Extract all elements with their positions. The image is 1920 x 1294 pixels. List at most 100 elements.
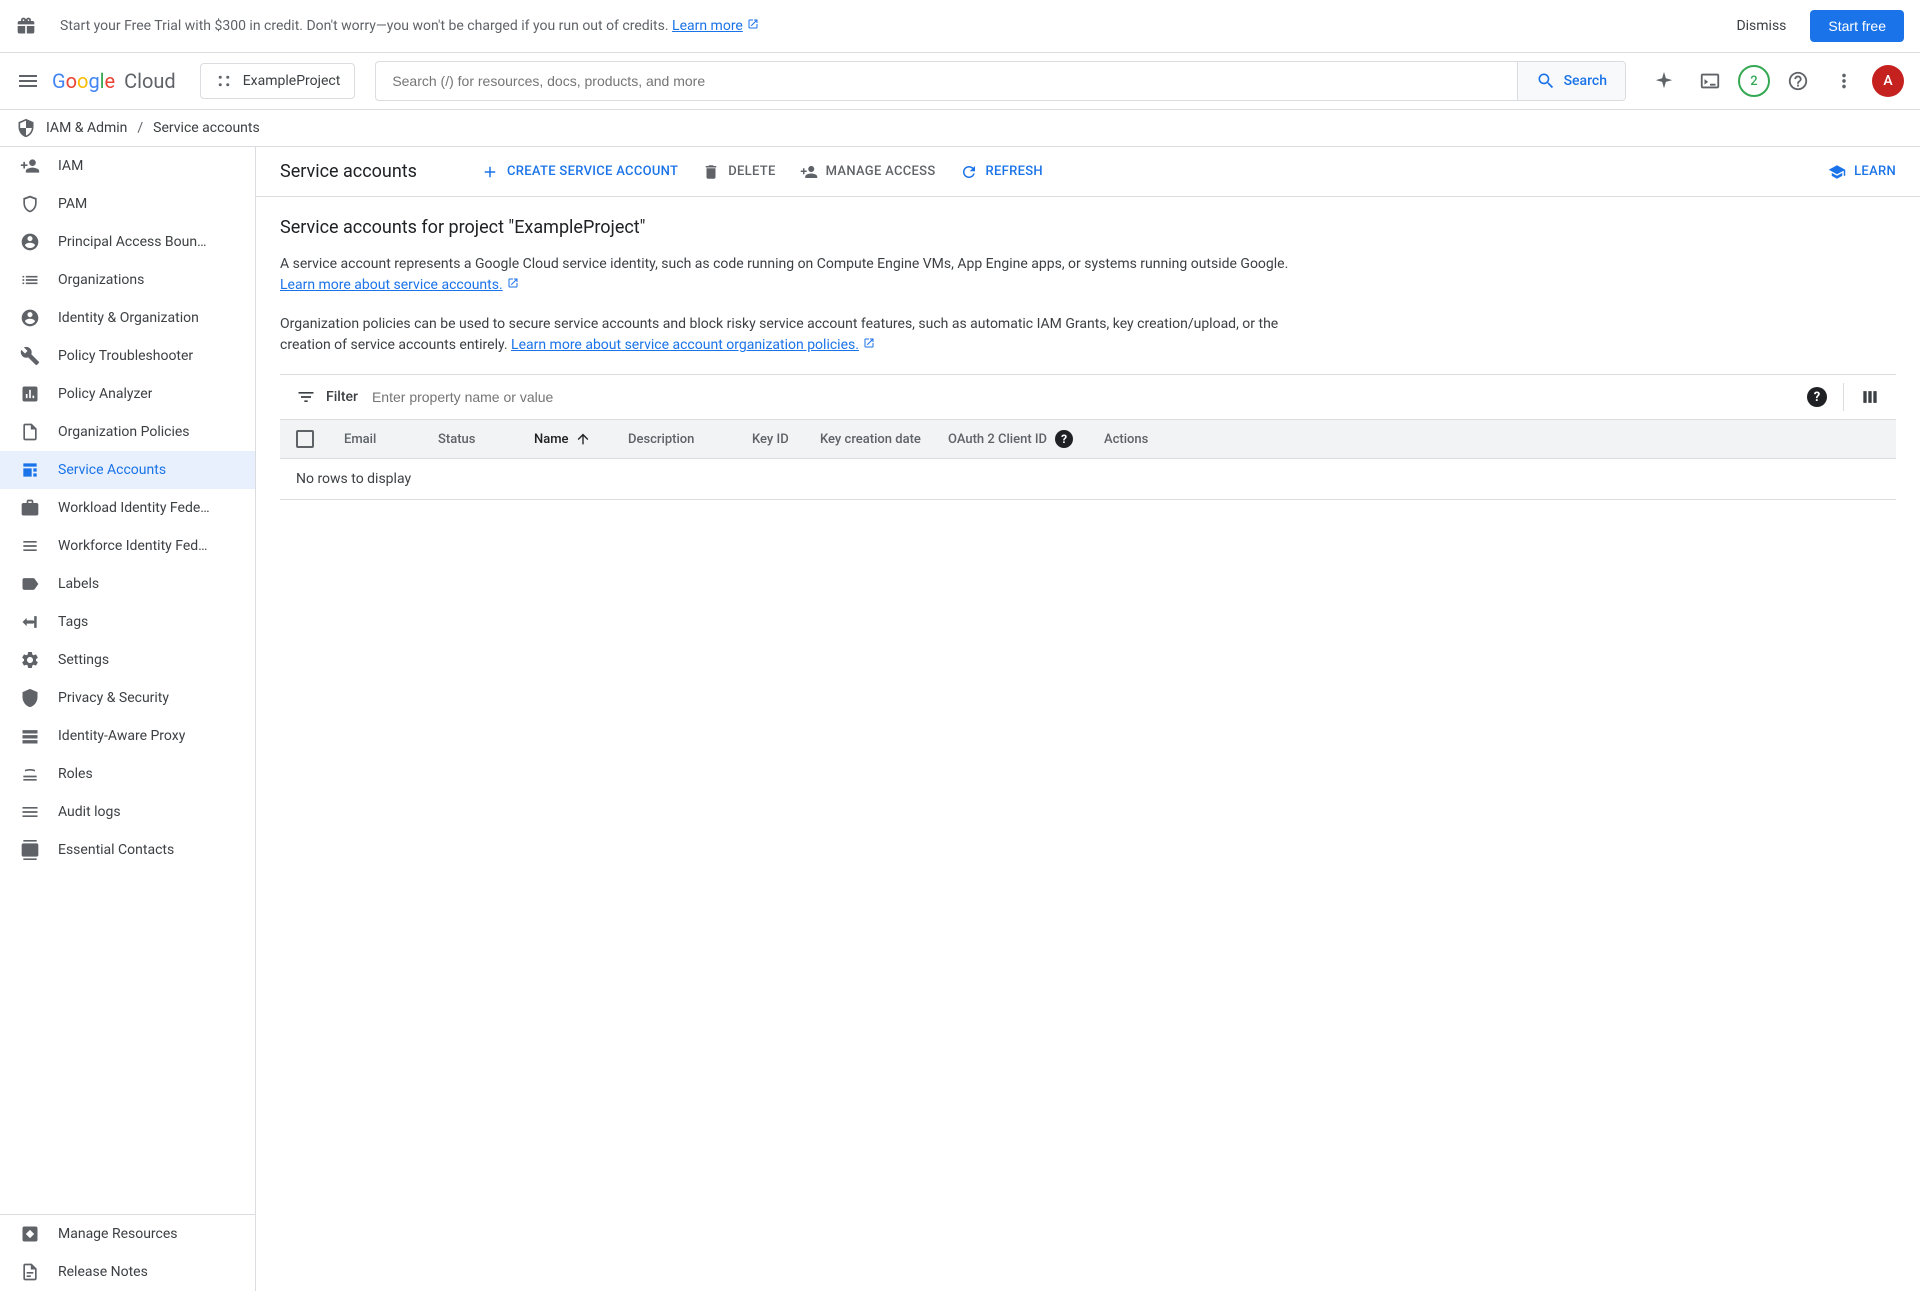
menu-icon[interactable]: [16, 69, 40, 93]
help-button[interactable]: [1780, 63, 1816, 99]
gemini-button[interactable]: [1646, 63, 1682, 99]
sidebar-item-label: Identity-Aware Proxy: [58, 728, 185, 744]
analyzer-icon: [20, 384, 40, 404]
column-description[interactable]: Description: [628, 432, 752, 447]
user-avatar[interactable]: A: [1872, 65, 1904, 97]
sidebar-item-audit-logs[interactable]: Audit logs: [0, 793, 255, 831]
table-empty-row: No rows to display: [280, 459, 1896, 500]
filter-help-button[interactable]: ?: [1807, 387, 1827, 407]
shield-icon: [16, 118, 36, 138]
notifications-badge[interactable]: 2: [1738, 65, 1770, 97]
project-icon: [215, 72, 233, 90]
sidebar-item-workforce-identity[interactable]: Workforce Identity Fed…: [0, 527, 255, 565]
sidebar-item-organizations[interactable]: Organizations: [0, 261, 255, 299]
wrench-icon: [20, 346, 40, 366]
layout: IAM PAM Principal Access Boun… Organizat…: [0, 147, 1920, 1291]
terminal-icon: [1699, 70, 1721, 92]
select-all-checkbox[interactable]: [296, 430, 314, 448]
column-status[interactable]: Status: [438, 432, 534, 447]
column-email[interactable]: Email: [344, 432, 438, 447]
sidebar-item-label: Workforce Identity Fed…: [58, 538, 208, 554]
sidebar-item-settings[interactable]: Settings: [0, 641, 255, 679]
table-header: Email Status Name Description Key ID Key…: [280, 420, 1896, 459]
sidebar-item-principal-access[interactable]: Principal Access Boun…: [0, 223, 255, 261]
sidebar-item-label: Release Notes: [58, 1264, 148, 1280]
delete-label: DELETE: [728, 164, 775, 179]
sidebar-item-org-policies[interactable]: Organization Policies: [0, 413, 255, 451]
column-key-id[interactable]: Key ID: [752, 432, 820, 447]
org-icon: [20, 270, 40, 290]
policy-icon: [20, 422, 40, 442]
breadcrumb: IAM & Admin / Service accounts: [0, 110, 1920, 147]
sparkle-icon: [1653, 70, 1675, 92]
cloud-shell-button[interactable]: [1692, 63, 1728, 99]
sidebar-item-label: Manage Resources: [58, 1226, 178, 1242]
banner-text: Start your Free Trial with $300 in credi…: [60, 18, 1736, 34]
dismiss-button[interactable]: Dismiss: [1736, 18, 1786, 34]
sidebar-item-pam[interactable]: PAM: [0, 185, 255, 223]
sidebar-item-iap[interactable]: Identity-Aware Proxy: [0, 717, 255, 755]
breadcrumb-section[interactable]: IAM & Admin: [46, 120, 127, 136]
sidebar-item-service-accounts[interactable]: Service Accounts: [0, 451, 255, 489]
main-content: Service accounts CREATE SERVICE ACCOUNT …: [256, 147, 1920, 1291]
sidebar-item-roles[interactable]: Roles: [0, 755, 255, 793]
sidebar-item-iam[interactable]: IAM: [0, 147, 255, 185]
sidebar-footer: Manage Resources Release Notes: [0, 1214, 255, 1291]
plus-icon: [481, 163, 499, 181]
sidebar-item-labels[interactable]: Labels: [0, 565, 255, 603]
workload-icon: [20, 498, 40, 518]
sidebar-item-label: Organizations: [58, 272, 144, 288]
person-add-icon: [20, 156, 40, 176]
external-link-icon: [863, 335, 875, 356]
column-key-creation-date[interactable]: Key creation date: [820, 432, 948, 447]
learn-label: LEARN: [1854, 164, 1896, 179]
workforce-icon: [20, 536, 40, 556]
sidebar-item-manage-resources[interactable]: Manage Resources: [0, 1215, 255, 1253]
delete-button[interactable]: DELETE: [702, 163, 775, 181]
column-actions: Actions: [1104, 432, 1184, 447]
sidebar-item-label: Tags: [58, 614, 88, 630]
external-link-icon: [747, 18, 759, 34]
sidebar-item-policy-troubleshooter[interactable]: Policy Troubleshooter: [0, 337, 255, 375]
content-p2: Organization policies can be used to sec…: [280, 314, 1300, 356]
sidebar-item-label: Audit logs: [58, 804, 121, 820]
start-free-button[interactable]: Start free: [1810, 10, 1904, 42]
sidebar-item-policy-analyzer[interactable]: Policy Analyzer: [0, 375, 255, 413]
service-account-icon: [20, 460, 40, 480]
sidebar-item-workload-identity[interactable]: Workload Identity Fede…: [0, 489, 255, 527]
sidebar-item-label: IAM: [58, 158, 83, 174]
sidebar-item-essential-contacts[interactable]: Essential Contacts: [0, 831, 255, 869]
pin-icon: [20, 1224, 40, 1244]
sidebar-item-privacy-security[interactable]: Privacy & Security: [0, 679, 255, 717]
column-name-label: Name: [534, 432, 569, 447]
refresh-button[interactable]: REFRESH: [960, 163, 1043, 181]
roles-icon: [20, 764, 40, 784]
oauth-help-icon[interactable]: ?: [1055, 430, 1073, 448]
search-button[interactable]: Search: [1517, 62, 1625, 100]
sidebar-item-tags[interactable]: Tags: [0, 603, 255, 641]
learn-button[interactable]: LEARN: [1828, 163, 1896, 181]
create-label: CREATE SERVICE ACCOUNT: [507, 164, 678, 179]
sidebar-item-release-notes[interactable]: Release Notes: [0, 1253, 255, 1291]
column-oauth-client-id[interactable]: OAuth 2 Client ID?: [948, 430, 1104, 448]
school-icon: [1828, 163, 1846, 181]
sidebar-item-identity-org[interactable]: Identity & Organization: [0, 299, 255, 337]
columns-icon[interactable]: [1860, 387, 1880, 407]
sidebar-scroll[interactable]: IAM PAM Principal Access Boun… Organizat…: [0, 147, 255, 1214]
google-cloud-logo[interactable]: Google Cloud: [52, 69, 176, 93]
gear-icon: [20, 650, 40, 670]
search-bar: Search: [375, 61, 1626, 101]
column-name[interactable]: Name: [534, 431, 628, 447]
learn-more-org-policies-link[interactable]: Learn more about service account organiz…: [511, 337, 859, 353]
contacts-icon: [20, 840, 40, 860]
banner-learn-more-link[interactable]: Learn more: [672, 18, 743, 34]
main-header: Google Cloud ExampleProject Search 2 A: [0, 53, 1920, 110]
filter-label: Filter: [326, 389, 358, 405]
create-service-account-button[interactable]: CREATE SERVICE ACCOUNT: [481, 163, 678, 181]
search-input[interactable]: [376, 73, 1516, 89]
manage-access-button[interactable]: MANAGE ACCESS: [800, 163, 936, 181]
project-selector[interactable]: ExampleProject: [200, 63, 356, 99]
learn-more-service-accounts-link[interactable]: Learn more about service accounts.: [280, 277, 503, 293]
filter-input[interactable]: [372, 389, 1807, 405]
more-button[interactable]: [1826, 63, 1862, 99]
